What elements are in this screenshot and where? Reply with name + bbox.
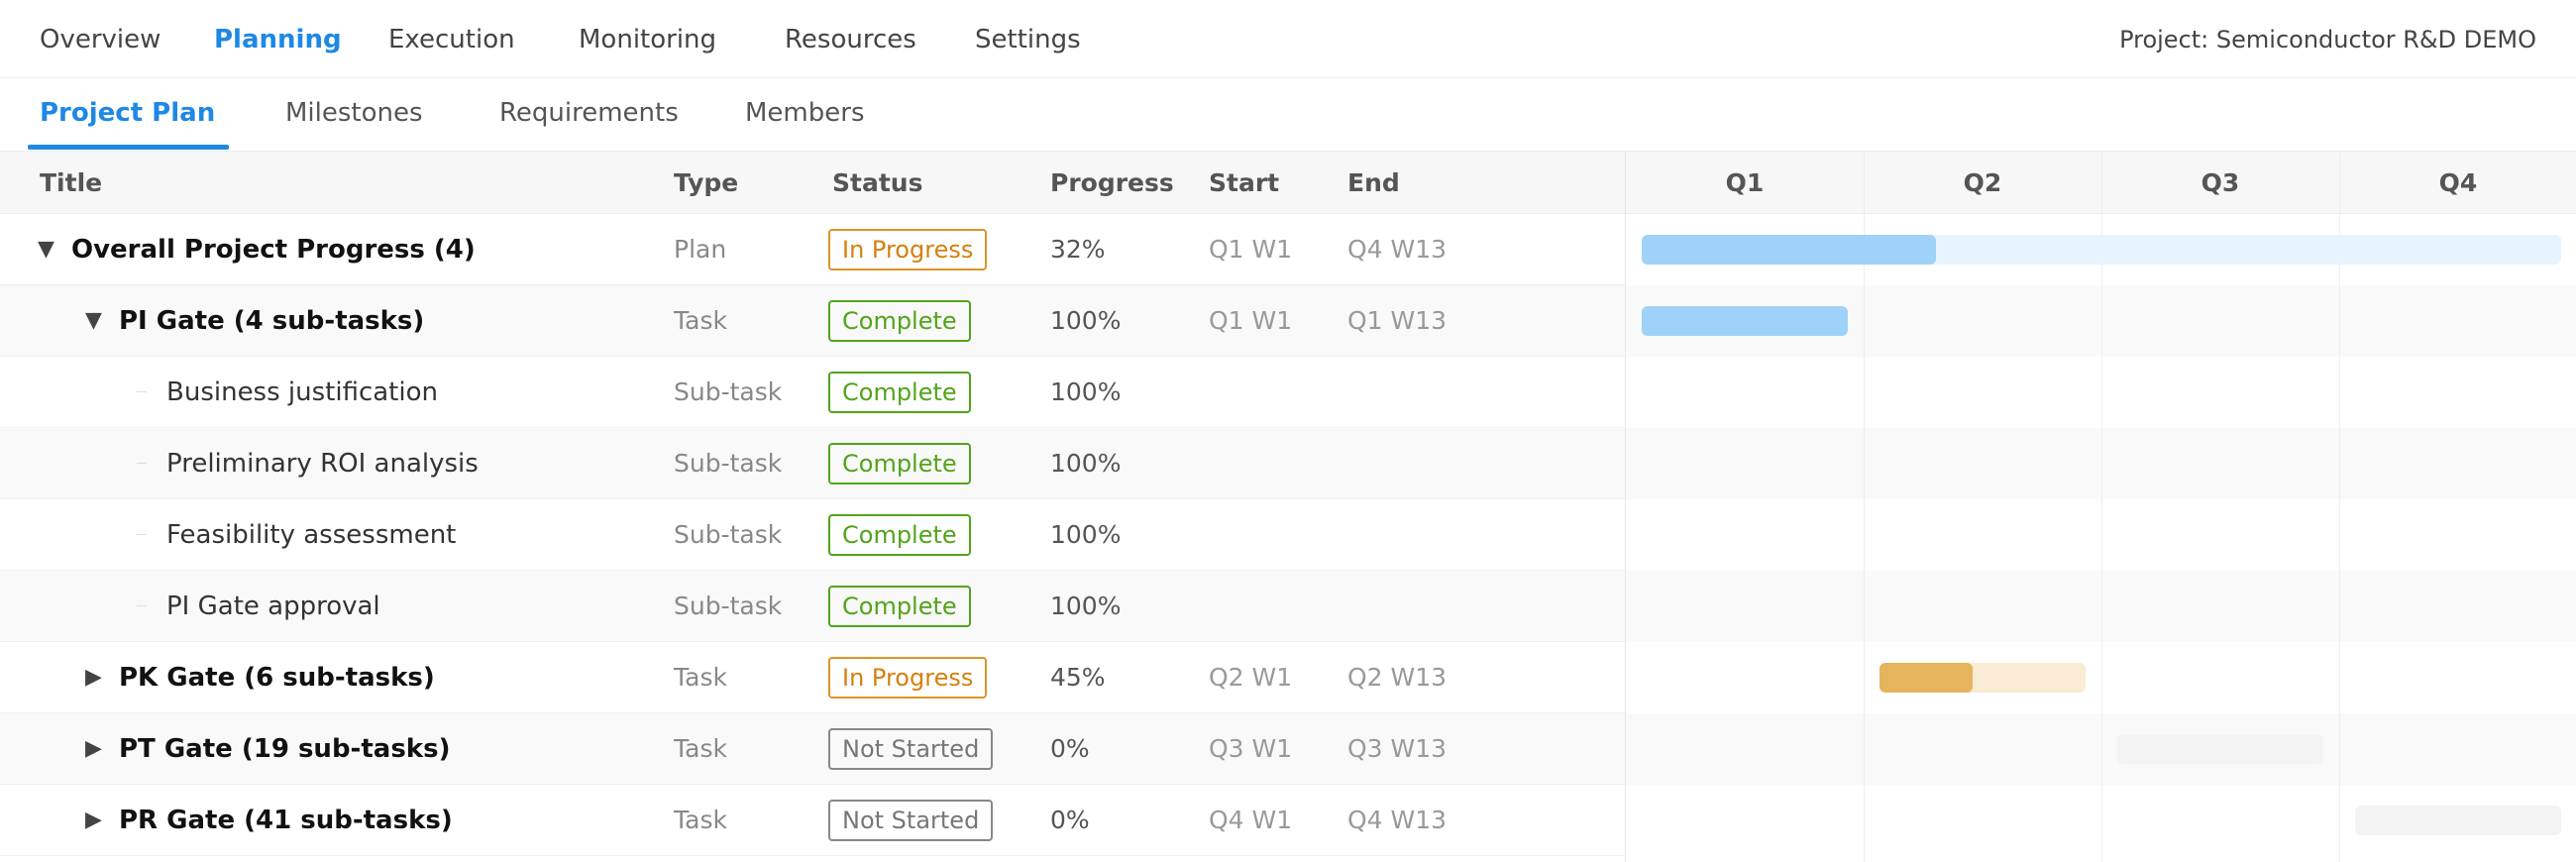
status-badge: Complete (828, 443, 971, 485)
column-header-progress[interactable]: Progress (1050, 167, 1174, 199)
table-row[interactable]: PI Gate approval Sub-task Complete 100% (0, 571, 1625, 642)
tree-connector (137, 391, 147, 392)
row-title[interactable]: Overall Project Progress (4) (71, 214, 476, 285)
sub-navigation: Project Plan Milestones Requirements Mem… (0, 79, 2576, 151)
row-title[interactable]: PR Gate (41 sub-tasks) (119, 785, 453, 856)
table-row[interactable]: Feasibility assessment Sub-task Complete… (0, 499, 1625, 571)
row-end: Q4 W13 (1347, 806, 1448, 834)
gantt-bar-progress (1642, 235, 1936, 265)
row-title[interactable]: PI Gate approval (166, 571, 380, 642)
column-header-type[interactable]: Type (674, 167, 738, 199)
nav-tab-planning[interactable]: Planning (214, 24, 342, 55)
row-progress: 100% (1050, 377, 1122, 406)
row-title[interactable]: Preliminary ROI analysis (166, 428, 479, 499)
status-badge: Complete (828, 514, 971, 556)
table-row[interactable]: ▼ PI Gate (4 sub-tasks) Task Complete 10… (0, 285, 1625, 357)
nav-tab-execution[interactable]: Execution (388, 24, 515, 55)
gantt-bar-pt-gate[interactable] (2117, 734, 2323, 764)
table-row[interactable]: Preliminary ROI analysis Sub-task Comple… (0, 428, 1625, 499)
table-row[interactable]: ▶ PR Gate (41 sub-tasks) Task Not Starte… (0, 785, 1625, 856)
column-header-title[interactable]: Title (40, 167, 102, 199)
expand-toggle-icon[interactable]: ▶ (85, 642, 102, 713)
row-start: Q4 W1 (1209, 806, 1293, 834)
row-end: Q1 W13 (1347, 306, 1448, 335)
column-header-status[interactable]: Status (832, 167, 922, 199)
subtab-project-plan[interactable]: Project Plan (40, 97, 215, 129)
table-row[interactable]: Business justification Sub-task Complete… (0, 357, 1625, 428)
status-badge: Complete (828, 372, 971, 413)
row-end: Q2 W13 (1347, 663, 1448, 692)
gantt-bar-pk-gate[interactable] (1879, 663, 2086, 693)
collapse-toggle-icon[interactable]: ▼ (85, 285, 102, 357)
row-start: Q1 W1 (1209, 235, 1293, 264)
column-header-start[interactable]: Start (1209, 167, 1279, 199)
expand-toggle-icon[interactable]: ▶ (85, 713, 102, 785)
row-type: Task (674, 306, 727, 335)
gantt-quarter-q2: Q2 (1963, 168, 2002, 197)
row-end: Q4 W13 (1347, 235, 1448, 264)
row-progress: 100% (1050, 592, 1122, 620)
row-progress: 45% (1050, 663, 1106, 692)
collapse-toggle-icon[interactable]: ▼ (38, 214, 54, 285)
row-start: Q3 W1 (1209, 734, 1293, 763)
status-badge: In Progress (828, 657, 988, 699)
nav-tab-monitoring[interactable]: Monitoring (579, 24, 716, 55)
gantt-bar-pi-gate[interactable] (1642, 306, 1848, 336)
nav-tab-resources[interactable]: Resources (785, 24, 916, 55)
status-badge: Complete (828, 300, 971, 342)
table-header: Title Type Status Progress Start End (0, 151, 1625, 214)
gantt-bar-overall[interactable] (1642, 235, 2561, 265)
gantt-bar-pr-gate[interactable] (2355, 806, 2561, 835)
expand-toggle-icon[interactable]: ▶ (85, 785, 102, 856)
row-type: Sub-task (674, 592, 783, 620)
row-title[interactable]: Business justification (166, 357, 438, 428)
row-end: Q3 W13 (1347, 734, 1448, 763)
row-progress: 0% (1050, 806, 1090, 834)
status-badge: Not Started (828, 800, 994, 841)
status-badge: Not Started (828, 728, 994, 770)
row-progress: 100% (1050, 449, 1122, 478)
subtab-members[interactable]: Members (745, 97, 865, 129)
nav-tab-settings[interactable]: Settings (975, 24, 1081, 55)
status-badge: In Progress (828, 229, 988, 270)
table-row[interactable]: ▶ PT Gate (19 sub-tasks) Task Not Starte… (0, 713, 1625, 785)
column-header-end[interactable]: End (1347, 167, 1400, 199)
table-row[interactable]: ▶ PK Gate (6 sub-tasks) Task In Progress… (0, 642, 1625, 713)
gantt-chart: Q1 Q2 Q3 Q4 (1625, 151, 2576, 862)
gantt-bar-progress (1642, 306, 1848, 336)
gantt-quarter-q1: Q1 (1725, 168, 1765, 197)
row-start: Q1 W1 (1209, 306, 1293, 335)
row-progress: 100% (1050, 306, 1122, 335)
tree-connector (137, 605, 147, 606)
row-title[interactable]: Feasibility assessment (166, 499, 456, 571)
row-type: Sub-task (674, 449, 783, 478)
gantt-quarter-q3: Q3 (2200, 168, 2240, 197)
nav-tab-overview[interactable]: Overview (40, 24, 161, 55)
row-title[interactable]: PK Gate (6 sub-tasks) (119, 642, 435, 713)
row-progress: 0% (1050, 734, 1090, 763)
row-start: Q2 W1 (1209, 663, 1293, 692)
top-navigation: Overview Planning Execution Monitoring R… (0, 0, 2576, 78)
row-type: Task (674, 663, 727, 692)
active-subtab-indicator (28, 145, 229, 150)
gantt-quarter-q4: Q4 (2438, 168, 2478, 197)
tree-connector (137, 463, 147, 464)
row-title[interactable]: PI Gate (4 sub-tasks) (119, 285, 424, 357)
row-type: Plan (674, 235, 727, 264)
subtab-milestones[interactable]: Milestones (285, 97, 423, 129)
status-badge: Complete (828, 586, 971, 627)
row-progress: 32% (1050, 235, 1106, 264)
row-type: Task (674, 734, 727, 763)
table-row[interactable]: ▼ Overall Project Progress (4) Plan In P… (0, 214, 1625, 285)
row-progress: 100% (1050, 520, 1122, 549)
row-title[interactable]: PT Gate (19 sub-tasks) (119, 713, 450, 785)
tree-connector (137, 534, 147, 535)
gantt-bar-progress (1879, 663, 1973, 693)
project-label: Project: Semiconductor R&D DEMO (2119, 26, 2536, 54)
row-type: Sub-task (674, 520, 783, 549)
row-type: Task (674, 806, 727, 834)
row-type: Sub-task (674, 377, 783, 406)
subtab-requirements[interactable]: Requirements (499, 97, 679, 129)
